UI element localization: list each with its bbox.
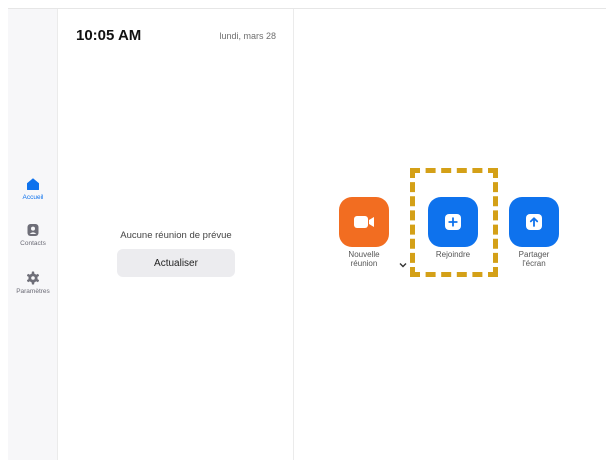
- plus-icon: [445, 214, 461, 230]
- video-camera-icon: [354, 216, 374, 228]
- sidebar-item-contacts[interactable]: Contacts: [8, 223, 58, 247]
- sidebar-item-label: Accueil: [22, 194, 44, 201]
- sidebar-item-parametres[interactable]: Paramètres: [8, 271, 58, 295]
- join-label: Rejoindre: [435, 250, 471, 259]
- current-date: lundi, mars 28: [219, 31, 276, 41]
- chevron-down-icon[interactable]: [398, 260, 408, 270]
- join-tile[interactable]: [428, 197, 478, 247]
- sidebar-item-accueil[interactable]: Accueil: [8, 177, 58, 201]
- share-up-arrow-icon: [526, 214, 542, 230]
- actions-panel: Nouvelle réunion Rejoindre Partager l'éc…: [294, 9, 606, 460]
- contacts-icon: [27, 224, 39, 236]
- home-icon: [27, 178, 39, 190]
- sidebar-item-label: Paramètres: [16, 288, 50, 295]
- new-meeting-label: Nouvelle réunion: [348, 250, 380, 268]
- share-screen-button[interactable]: Partager l'écran: [504, 197, 564, 268]
- new-meeting-button[interactable]: Nouvelle réunion: [334, 197, 394, 268]
- join-button[interactable]: Rejoindre: [423, 197, 483, 259]
- share-screen-tile[interactable]: [509, 197, 559, 247]
- no-meetings-message: Aucune réunion de prévue: [120, 230, 232, 241]
- gear-icon: [26, 271, 40, 285]
- refresh-button[interactable]: Actualiser: [117, 249, 235, 277]
- meetings-panel: 10:05 AM lundi, mars 28 Aucune réunion d…: [58, 9, 294, 460]
- sidebar-item-label: Contacts: [20, 240, 46, 247]
- sidebar: Accueil Contacts Paramètres: [8, 9, 58, 460]
- current-time: 10:05 AM: [76, 27, 142, 44]
- share-screen-label: Partager l'écran: [518, 250, 550, 268]
- new-meeting-tile[interactable]: [339, 197, 389, 247]
